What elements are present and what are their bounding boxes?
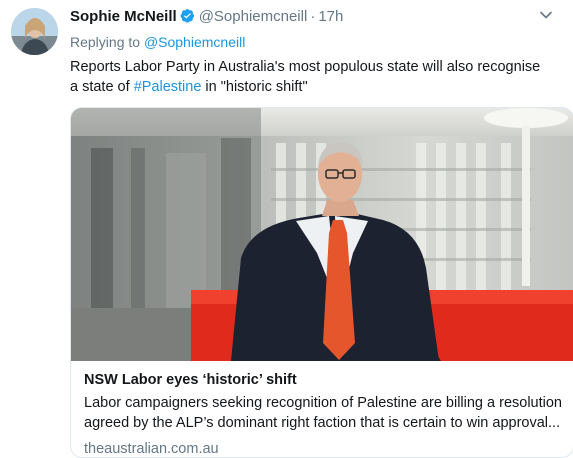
card-image	[71, 108, 573, 361]
tweet-timestamp[interactable]: 17h	[318, 8, 343, 25]
card-description: Labor campaigners seeking recognition of…	[84, 395, 562, 431]
tweet-text: Reports Labor Party in Australia's most …	[70, 57, 550, 97]
replying-to-label: Replying to	[70, 34, 141, 50]
card-domain: theaustralian.com.au	[84, 441, 219, 457]
hashtag-link[interactable]: #Palestine	[134, 79, 202, 95]
card-title[interactable]: NSW Labor eyes ‘historic’ shift	[84, 370, 563, 390]
link-card[interactable]: NSW Labor eyes ‘historic’ shift Labor ca…	[70, 107, 573, 458]
replying-to-handle[interactable]: @Sophiemcneill	[144, 34, 245, 50]
avatar-photo	[11, 8, 58, 55]
chevron-down-icon[interactable]	[539, 8, 553, 26]
tweet-text-after: in "historic shift"	[201, 79, 308, 95]
separator-dot: ·	[310, 8, 316, 25]
author-handle[interactable]: @Sophiemcneill	[199, 8, 308, 25]
verified-badge-icon	[180, 8, 195, 27]
avatar[interactable]	[11, 8, 58, 55]
replying-to: Replying to @Sophiemcneill	[70, 34, 245, 50]
card-body: NSW Labor eyes ‘historic’ shift Labor ca…	[84, 370, 563, 457]
author-name[interactable]: Sophie McNeill	[70, 8, 177, 25]
tweet-header: Sophie McNeill @Sophiemcneill · 17h	[70, 8, 553, 28]
